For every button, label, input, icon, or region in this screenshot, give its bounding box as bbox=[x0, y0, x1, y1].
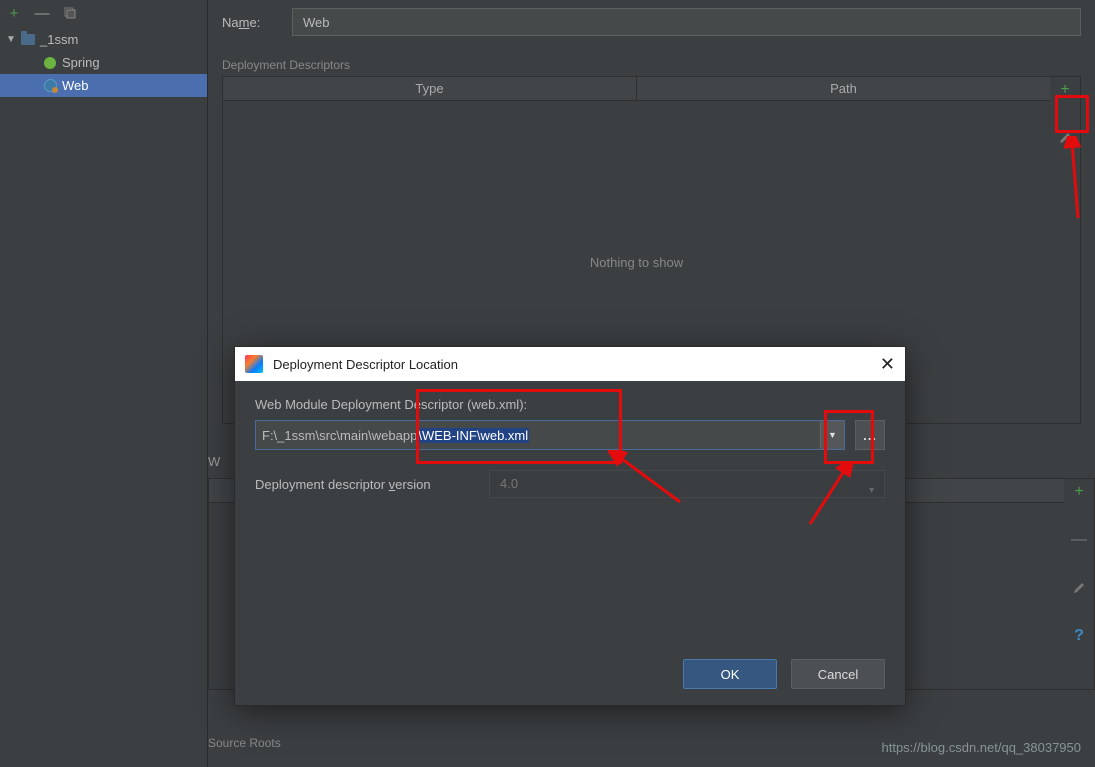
module-tree: ▼ _1ssm Spring Web bbox=[0, 26, 207, 97]
wr-side-toolbar: + — ? bbox=[1064, 479, 1094, 689]
add-descriptor-button[interactable]: + bbox=[1056, 81, 1074, 99]
dd-side-toolbar: + bbox=[1050, 77, 1080, 423]
browse-button[interactable]: ... bbox=[855, 420, 885, 450]
close-icon[interactable]: ✕ bbox=[880, 354, 895, 375]
watermark-text: https://blog.csdn.net/qq_38037950 bbox=[882, 740, 1082, 755]
tree-node-label: Web bbox=[62, 78, 89, 93]
source-roots-label: Source Roots bbox=[208, 736, 281, 750]
expand-arrow-icon[interactable]: ▼ bbox=[6, 34, 16, 45]
webxml-path-label: Web Module Deployment Descriptor (web.xm… bbox=[255, 397, 885, 412]
dd-col-path[interactable]: Path bbox=[637, 77, 1050, 100]
edit-descriptor-button[interactable] bbox=[1056, 129, 1074, 147]
cancel-button[interactable]: Cancel bbox=[791, 659, 885, 689]
ok-button[interactable]: OK bbox=[683, 659, 777, 689]
version-select[interactable]: 4.0 bbox=[489, 470, 885, 498]
path-text-prefix: F:\_1ssm\src\main\webapp bbox=[262, 428, 417, 443]
edit-resource-button[interactable] bbox=[1070, 579, 1088, 597]
add-icon[interactable]: + bbox=[6, 5, 22, 21]
remove-icon[interactable]: — bbox=[34, 5, 50, 21]
version-label: Deployment descriptor version bbox=[255, 477, 475, 492]
name-row: Name: bbox=[222, 8, 1081, 36]
web-icon bbox=[42, 78, 58, 94]
tree-node-label: _1ssm bbox=[40, 32, 78, 47]
dd-col-type[interactable]: Type bbox=[223, 77, 637, 100]
tree-node-web[interactable]: Web bbox=[0, 74, 207, 97]
help-button[interactable]: ? bbox=[1070, 627, 1088, 645]
intellij-icon bbox=[245, 355, 263, 373]
path-history-dropdown[interactable]: ▼ bbox=[820, 421, 844, 449]
dialog-body: Web Module Deployment Descriptor (web.xm… bbox=[235, 381, 905, 514]
name-label: Name: bbox=[222, 15, 282, 30]
tree-toolbar: + — bbox=[0, 0, 207, 26]
spring-icon bbox=[42, 55, 58, 71]
version-row: Deployment descriptor version 4.0 bbox=[255, 470, 885, 498]
truncated-label: W bbox=[208, 454, 220, 469]
copy-icon[interactable] bbox=[62, 5, 78, 21]
path-text-selected: \WEB-INF\web.xml bbox=[417, 428, 529, 443]
tree-node-spring[interactable]: Spring bbox=[0, 51, 207, 74]
deployment-descriptor-location-dialog: Deployment Descriptor Location ✕ Web Mod… bbox=[234, 346, 906, 706]
name-input[interactable] bbox=[292, 8, 1081, 36]
dialog-title: Deployment Descriptor Location bbox=[273, 357, 458, 372]
dd-section-label: Deployment Descriptors bbox=[222, 58, 1081, 72]
tree-node-root[interactable]: ▼ _1ssm bbox=[0, 28, 207, 51]
tree-node-label: Spring bbox=[62, 55, 100, 70]
remove-resource-button[interactable]: — bbox=[1070, 531, 1088, 549]
path-row: F:\_1ssm\src\main\webapp\WEB-INF\web.xml… bbox=[255, 420, 885, 450]
add-resource-button[interactable]: + bbox=[1070, 483, 1088, 501]
project-tree-panel: + — ▼ _1ssm Spring Web bbox=[0, 0, 208, 767]
folder-icon bbox=[20, 32, 36, 48]
dialog-titlebar[interactable]: Deployment Descriptor Location ✕ bbox=[235, 347, 905, 381]
webxml-path-input[interactable]: F:\_1ssm\src\main\webapp\WEB-INF\web.xml… bbox=[255, 420, 845, 450]
dd-table-header: Type Path bbox=[223, 77, 1050, 101]
dialog-buttons: OK Cancel bbox=[683, 659, 885, 689]
